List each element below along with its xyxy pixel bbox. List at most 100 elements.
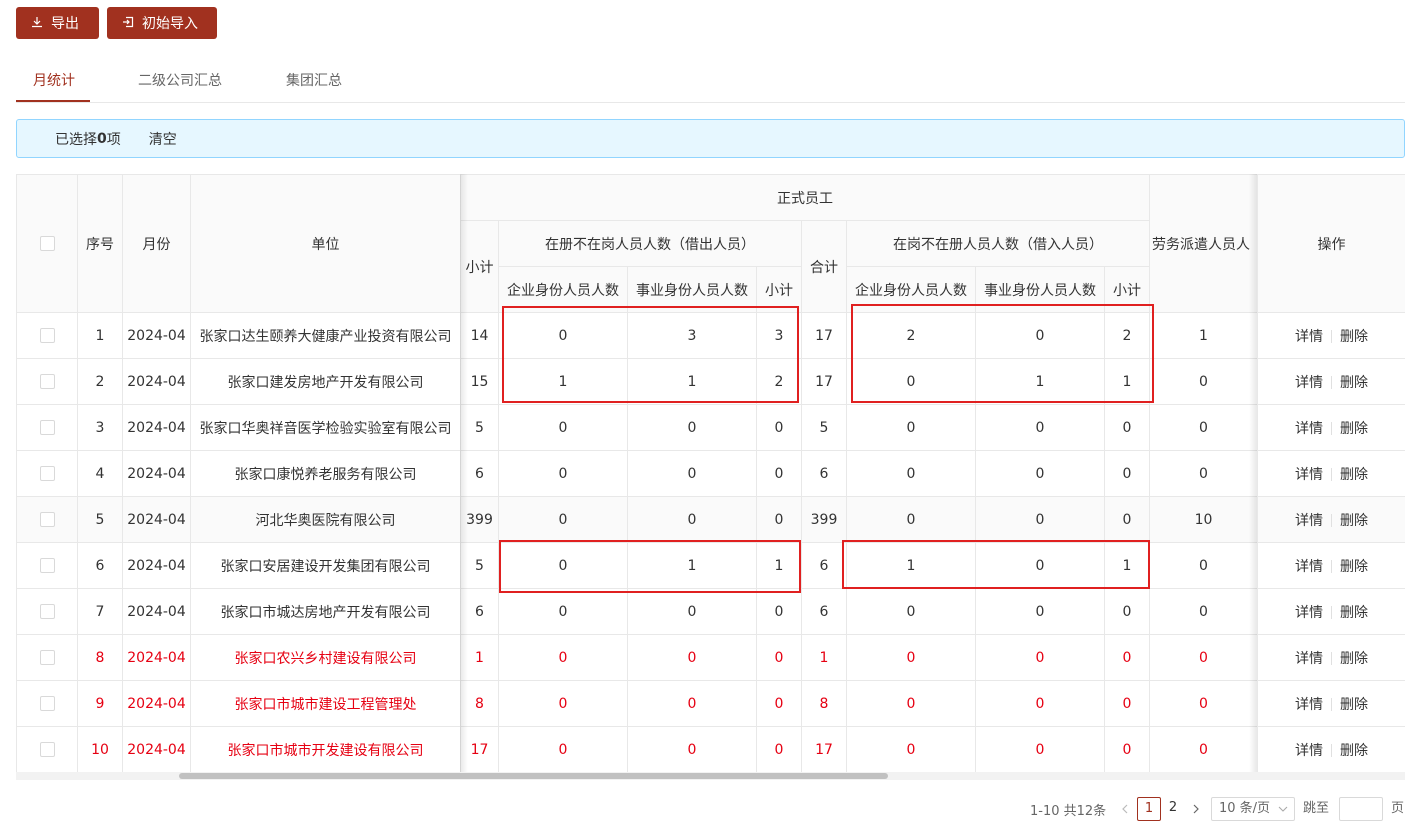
detail-link[interactable]: 详情 [1295,559,1323,575]
cell-c3: 1 [627,542,757,589]
table-row: 9 2024-04 张家口市城市建设工程管理处 8 0 0 0 8 0 0 0 0 详情 删除 [16,680,1405,727]
detail-link[interactable]: 详情 [1295,605,1323,621]
tab-bar: 月统计 二级公司汇总 集团汇总 [16,59,1405,103]
initial-import-button[interactable]: 初始导入 [107,7,217,39]
action-divider [1331,652,1332,665]
page-size-select[interactable]: 10 条/页 [1211,797,1295,821]
cell-c8: 0 [1104,634,1150,681]
delete-link[interactable]: 删除 [1340,743,1368,759]
detail-link[interactable]: 详情 [1295,743,1323,759]
clear-selection-link[interactable]: 清空 [149,129,177,149]
delete-link[interactable]: 删除 [1340,605,1368,621]
row-select-cell [16,312,78,359]
row-checkbox[interactable] [39,374,55,389]
prev-page-icon[interactable] [1121,796,1129,822]
delete-link[interactable]: 删除 [1340,513,1368,529]
cell-c5: 6 [801,588,847,635]
action-divider [1331,330,1332,343]
cell-c3: 0 [627,726,757,773]
cell-c7: 1 [975,358,1105,405]
cell-c7: 0 [975,542,1105,589]
row-checkbox[interactable] [39,512,55,527]
detail-link[interactable]: 详情 [1295,329,1323,345]
selection-count: 0 [97,130,107,147]
cell-actions: 详情 删除 [1257,312,1405,359]
tab-secondary-company-summary[interactable]: 二级公司汇总 [138,59,222,103]
detail-link[interactable]: 详情 [1295,421,1323,437]
row-checkbox[interactable] [39,650,55,665]
delete-link[interactable]: 删除 [1340,329,1368,345]
row-checkbox[interactable] [39,604,55,619]
cell-c8: 1 [1104,358,1150,405]
cell-month: 2024-04 [122,726,191,773]
cell-c5: 6 [801,542,847,589]
cell-month: 2024-04 [122,404,191,451]
delete-link[interactable]: 删除 [1340,651,1368,667]
row-select-cell [16,634,78,681]
cell-c3: 0 [627,496,757,543]
cell-actions: 详情 删除 [1257,726,1405,773]
row-checkbox[interactable] [39,328,55,343]
horizontal-scrollbar[interactable] [16,772,1405,780]
tab-group-summary[interactable]: 集团汇总 [286,59,342,103]
table-row: 5 2024-04 河北华奥医院有限公司 399 0 0 0 399 0 0 0 10 详情 删除 [16,496,1405,543]
cell-month: 2024-04 [122,634,191,681]
selection-suffix: 项 [106,131,121,148]
selection-alert: 已选择 0项 清空 [16,119,1405,158]
detail-link[interactable]: 详情 [1295,375,1323,391]
cell-c4: 0 [756,588,802,635]
detail-link[interactable]: 详情 [1295,513,1323,529]
header-lent-subtotal: 小计 [756,266,802,313]
cell-c6: 0 [846,726,976,773]
cell-c2: 0 [498,450,628,497]
cell-c6: 0 [846,496,976,543]
detail-link[interactable]: 详情 [1295,651,1323,667]
cell-actions: 详情 删除 [1257,588,1405,635]
row-checkbox[interactable] [39,696,55,711]
header-total: 合计 [801,220,847,313]
cell-c6: 0 [846,634,976,681]
row-checkbox[interactable] [39,558,55,573]
delete-link[interactable]: 删除 [1340,421,1368,437]
row-checkbox[interactable] [39,742,55,757]
table-row: 10 2024-04 张家口市城市开发建设有限公司 17 0 0 0 17 0 0 0 0 详情 删除 [16,726,1405,773]
header-unit: 单位 [190,174,461,313]
pagination-total: 1-10 共12条 [1030,803,1107,819]
jump-to-page-input[interactable] [1339,797,1383,821]
cell-c5: 6 [801,450,847,497]
row-checkbox[interactable] [39,420,55,435]
select-all-checkbox[interactable] [39,236,55,251]
header-dispatch: 劳务派遣人员人 [1149,174,1258,313]
cell-c2: 0 [498,680,628,727]
row-select-cell [16,496,78,543]
delete-link[interactable]: 删除 [1340,697,1368,713]
export-button[interactable]: 导出 [16,7,99,39]
scrollbar-thumb[interactable] [179,773,888,779]
row-select-cell [16,726,78,773]
cell-index: 10 [77,726,123,773]
action-divider [1331,422,1332,435]
tab-monthly[interactable]: 月统计 [33,59,75,103]
detail-link[interactable]: 详情 [1295,467,1323,483]
cell-c1: 399 [460,496,499,543]
cell-c8: 0 [1104,496,1150,543]
cell-c8: 1 [1104,542,1150,589]
cell-c5: 1 [801,634,847,681]
cell-c2: 0 [498,726,628,773]
next-page-icon[interactable] [1192,796,1200,822]
toolbar: 导出 初始导入 [16,7,217,39]
page-2-button[interactable]: 2 [1161,797,1185,821]
detail-link[interactable]: 详情 [1295,697,1323,713]
import-icon [122,16,134,31]
cell-c9: 1 [1149,312,1258,359]
delete-link[interactable]: 删除 [1340,375,1368,391]
cell-c5: 5 [801,404,847,451]
delete-link[interactable]: 删除 [1340,559,1368,575]
cell-c1: 8 [460,680,499,727]
page-1-button[interactable]: 1 [1137,797,1161,821]
row-checkbox[interactable] [39,466,55,481]
delete-link[interactable]: 删除 [1340,467,1368,483]
cell-actions: 详情 删除 [1257,450,1405,497]
header-lent-enterprise: 企业身份人员人数 [498,266,628,313]
cell-c4: 2 [756,358,802,405]
